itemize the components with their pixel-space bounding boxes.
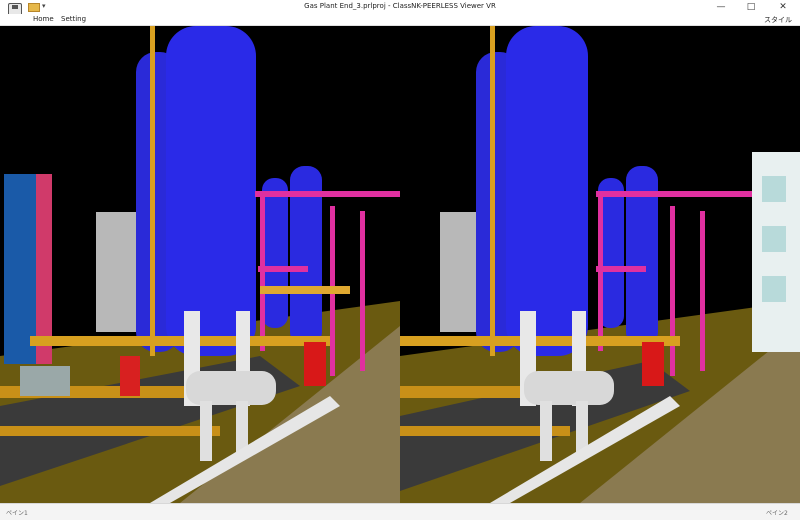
point-cloud-scene-right: [400, 26, 800, 503]
menu-setting[interactable]: Setting: [61, 15, 86, 23]
status-pane-left: ペイン1: [6, 510, 28, 517]
stereo-viewport[interactable]: [0, 26, 800, 503]
menu-home[interactable]: Home: [33, 15, 54, 23]
minimize-button[interactable]: —: [706, 0, 736, 14]
pane-left[interactable]: [0, 26, 400, 503]
title-bar: ▾ Gas Plant End_3.prlproj - ClassNK-PEER…: [0, 0, 800, 17]
pane-right[interactable]: [400, 26, 800, 503]
window-title: Gas Plant End_3.prlproj - ClassNK-PEERLE…: [304, 2, 496, 10]
point-cloud-scene-left: [0, 26, 400, 503]
menu-style[interactable]: スタイル: [764, 15, 792, 25]
close-button[interactable]: ✕: [768, 0, 798, 14]
ribbon-menu-bar: Home Setting スタイル: [0, 14, 800, 26]
maximize-button[interactable]: □: [736, 0, 766, 14]
status-bar: ペイン1 ペイン2: [0, 503, 800, 520]
status-pane-right: ペイン2: [766, 510, 788, 517]
